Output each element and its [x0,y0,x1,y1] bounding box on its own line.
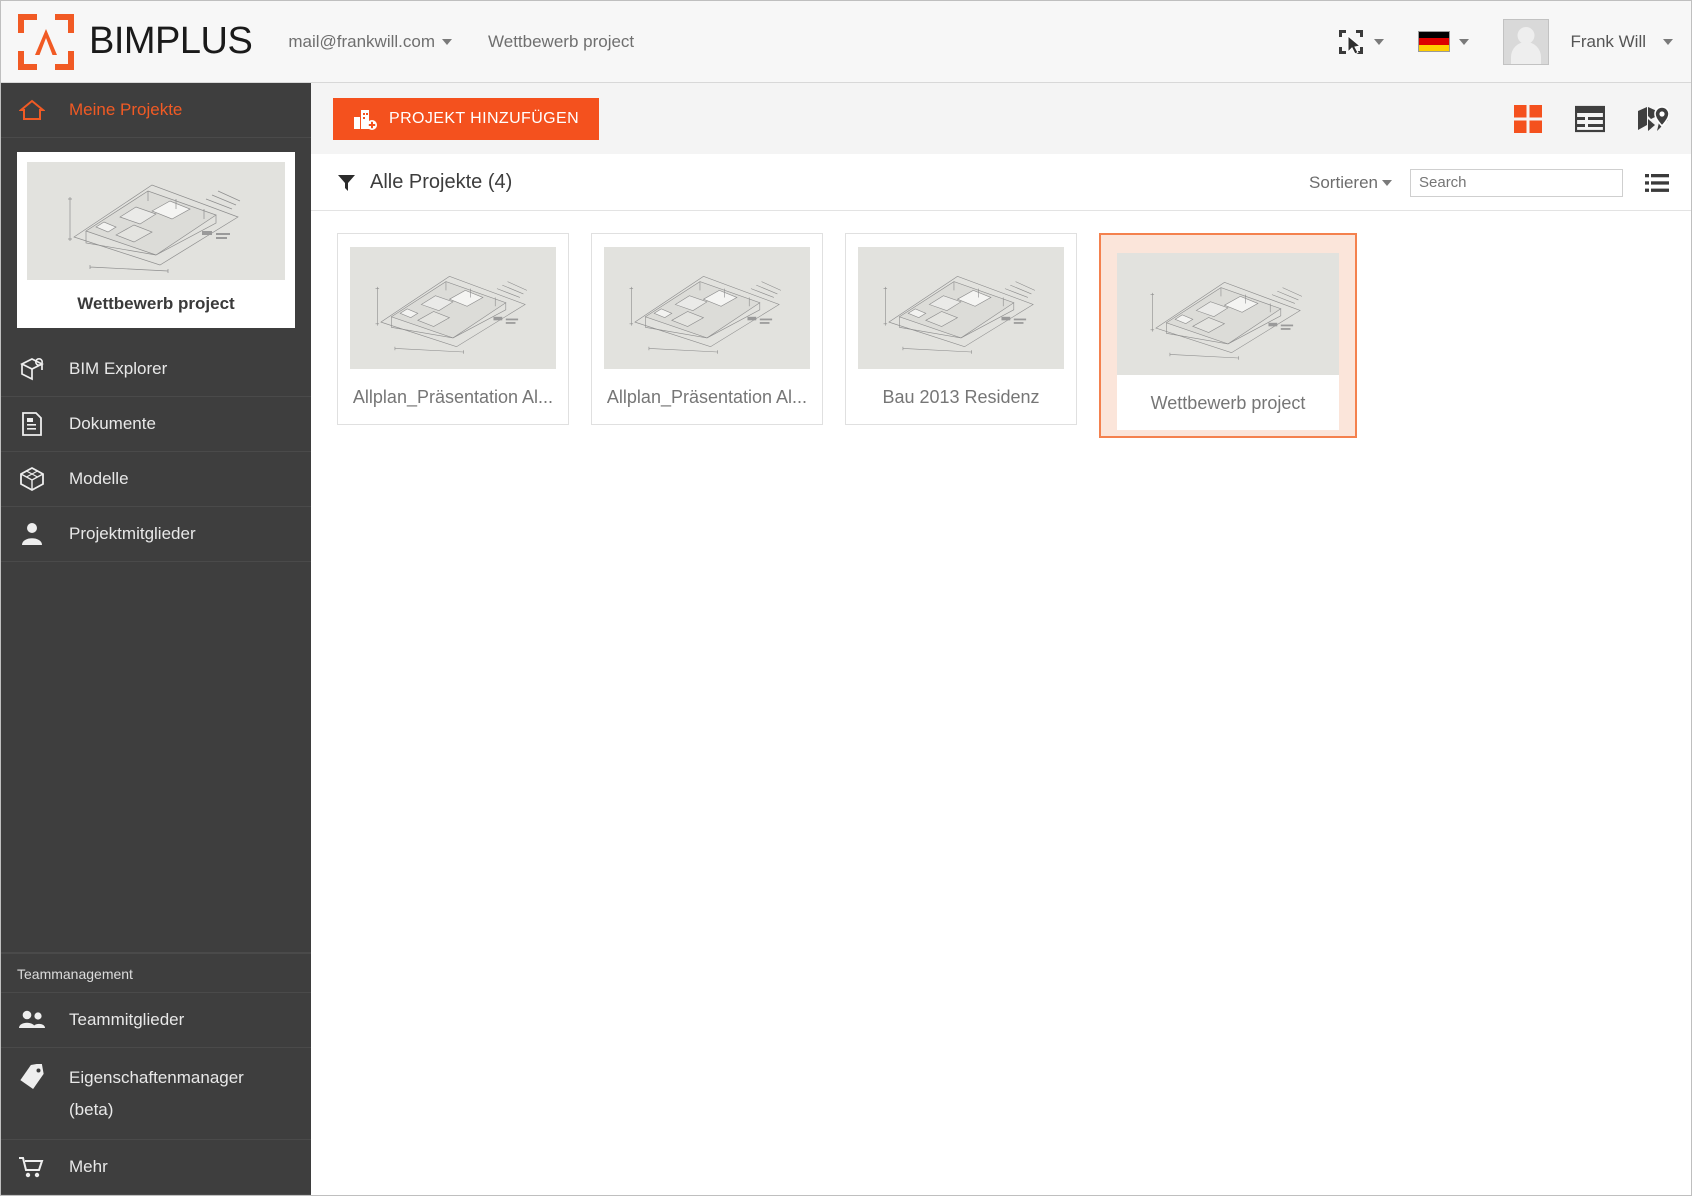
bim-building-render-thumbnail [1117,253,1339,375]
project-card[interactable]: Bau 2013 Residenz [845,233,1077,425]
sidebar-item-label: BIM Explorer [69,359,167,379]
search-input[interactable] [1410,169,1623,197]
chevron-down-icon [442,39,452,45]
project-card-name: Allplan_Präsentation Al... [350,369,556,424]
sidebar-item-label: Eigenschaftenmanager (beta) [69,1062,269,1125]
chevron-down-icon [1374,39,1384,45]
grid-view-button[interactable] [1513,104,1543,134]
view-mode-switcher [1513,104,1669,134]
user-name-label: Frank Will [1570,32,1646,52]
filter-group[interactable]: Alle Projekte (4) [337,171,512,194]
main-content-area: PROJEKT HINZUFÜGEN [311,83,1691,1195]
bimplus-application-window: BIMPLUS mail@frankwill.com Wettbewerb pr… [0,0,1692,1196]
sidebar-item-projektmitglieder[interactable]: Projektmitglieder [1,507,311,562]
chevron-down-icon [1382,180,1392,186]
sidebar-item-dokumente[interactable]: Dokumente [1,397,311,452]
bimplus-bracket-lambda-logo [17,13,75,71]
app-header: BIMPLUS mail@frankwill.com Wettbewerb pr… [1,1,1691,83]
sidebar-item-meine-projekte[interactable]: Meine Projekte [1,83,311,138]
add-project-button[interactable]: PROJEKT HINZUFÜGEN [333,98,599,140]
brand-name: BIMPLUS [89,20,252,63]
project-card-selected[interactable]: Wettbewerb project [1099,233,1357,438]
project-card[interactable]: Allplan_Präsentation Al... [591,233,823,425]
shopping-cart-icon [15,1155,49,1179]
sidebar-item-label: Projektmitglieder [69,524,196,544]
filter-bar: Alle Projekte (4) Sortieren [311,155,1691,211]
sidebar-item-eigenschaftenmanager[interactable]: Eigenschaftenmanager (beta) [1,1048,311,1140]
tag-icon [15,1062,49,1090]
people-group-icon [15,1009,49,1031]
sort-dropdown[interactable]: Sortieren [1309,173,1392,193]
table-list-view-icon [1575,105,1605,133]
chevron-down-icon [1459,39,1469,45]
project-card-name: Allplan_Präsentation Al... [604,369,810,424]
german-flag-icon [1418,31,1450,52]
brand-logo[interactable]: BIMPLUS [17,13,252,71]
list-view-button[interactable] [1575,105,1605,133]
sidebar-item-label: Teammitglieder [69,1010,184,1030]
project-card-grid: Allplan_Präsentation Al... [337,233,1665,438]
sidebar-item-teammitglieder[interactable]: Teammitglieder [1,993,311,1048]
breadcrumb-label: Wettbewerb project [488,32,634,52]
sidebar-section-teammanagement: Teammanagement [1,953,311,993]
sidebar-item-label: Modelle [69,469,129,489]
bim-explorer-box-icon [15,356,49,382]
list-options-icon [1645,173,1669,193]
account-email-dropdown[interactable]: mail@frankwill.com [288,32,452,52]
bim-building-render-thumbnail [27,162,285,280]
bim-building-render-thumbnail [858,247,1064,369]
user-avatar-placeholder [1503,19,1549,65]
project-card-name: Wettbewerb project [1117,375,1339,430]
project-card[interactable]: Allplan_Präsentation Al... [337,233,569,425]
sidebar-item-label: Mehr [69,1157,108,1177]
sort-label: Sortieren [1309,173,1378,193]
sidebar-item-label: Dokumente [69,414,156,434]
add-project-label: PROJEKT HINZUFÜGEN [389,110,579,128]
project-count-title: Alle Projekte (4) [370,171,512,194]
left-sidebar: Meine Projekte [1,83,311,1195]
user-menu[interactable]: Frank Will [1503,19,1673,65]
document-icon [15,411,49,437]
building-plus-icon [353,108,377,130]
header-controls: Frank Will [1303,19,1673,65]
selection-cursor-icon [1337,28,1365,56]
sidebar-item-modelle[interactable]: Modelle [1,452,311,507]
bim-building-render-thumbnail [350,247,556,369]
project-breadcrumb[interactable]: Wettbewerb project [488,32,634,52]
main-toolbar: PROJEKT HINZUFÜGEN [311,83,1691,155]
app-body: Meine Projekte [1,83,1691,1195]
sidebar-item-mehr[interactable]: Mehr [1,1140,311,1195]
sidebar-active-project-name: Wettbewerb project [27,280,285,320]
list-options-button[interactable] [1645,173,1669,193]
chevron-down-icon [1663,39,1673,45]
person-icon [15,521,49,547]
sidebar-item-label: Meine Projekte [69,100,182,120]
bim-building-render-thumbnail [604,247,810,369]
cube-model-icon [15,466,49,492]
sidebar-item-bim-explorer[interactable]: BIM Explorer [1,342,311,397]
account-email-label: mail@frankwill.com [288,32,435,52]
sidebar-filler [1,562,311,953]
map-pin-view-icon [1637,105,1669,133]
projects-content: Allplan_Präsentation Al... [311,211,1691,1195]
sidebar-active-project-card[interactable]: Wettbewerb project [17,152,295,328]
language-selector[interactable] [1418,31,1469,52]
map-view-button[interactable] [1637,105,1669,133]
selection-tool-dropdown[interactable] [1337,28,1384,56]
home-icon [15,98,49,122]
project-card-name: Bau 2013 Residenz [858,369,1064,424]
funnel-filter-icon [337,173,356,193]
grid-view-icon [1513,104,1543,134]
